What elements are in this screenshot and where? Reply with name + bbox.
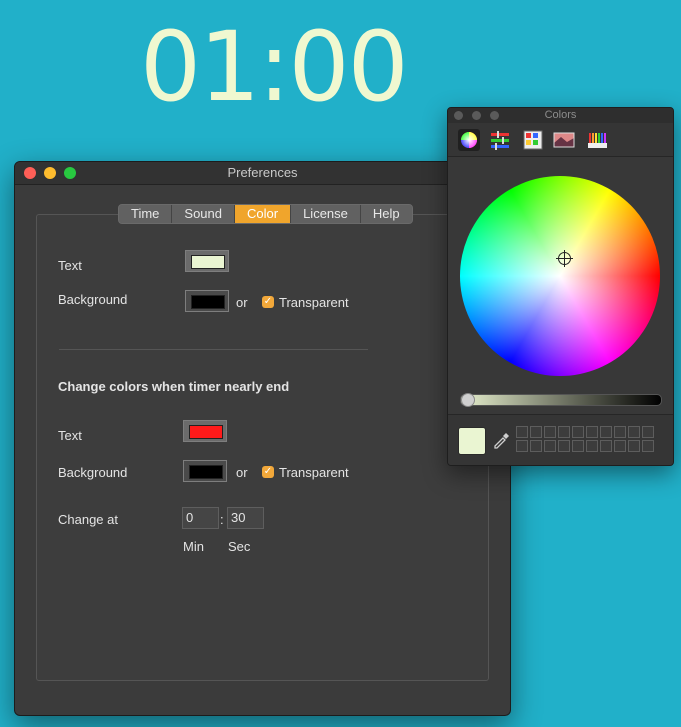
custom-color-swatches[interactable] [516,426,656,454]
title-bar[interactable]: Preferences [15,162,510,185]
background-color-label: Background [58,292,128,307]
background-color-swatch [191,295,225,309]
colors-title-bar[interactable]: Colors [448,108,673,123]
or-label: or [236,295,248,310]
color-settings-panel [36,214,489,681]
colors-toolbar [448,123,673,157]
section-title: Change colors when timer nearly end [58,379,290,394]
background-color-well[interactable] [185,290,229,312]
sec-label: Sec [228,539,251,554]
tab-bar: Time Sound Color License Help [118,204,413,224]
seconds-input[interactable]: 30 [227,507,264,529]
end-text-color-swatch [189,425,223,439]
color-sliders-icon[interactable] [489,129,511,151]
colors-title: Colors [544,109,577,121]
eyedropper-icon[interactable] [492,431,510,449]
change-at-label: Change at [58,512,118,527]
text-color-swatch [191,255,225,269]
color-wheel-icon[interactable] [458,129,480,151]
color-palettes-icon[interactable] [522,129,544,151]
window-title: Preferences [227,165,298,180]
end-transparent-label: Transparent [279,465,349,480]
timer-display: 01:00 [140,11,409,123]
tab-license[interactable]: License [291,205,361,223]
end-text-color-label: Text [58,428,82,443]
tab-color[interactable]: Color [235,205,292,223]
current-color-swatch[interactable] [458,427,486,455]
end-transparent-checkbox[interactable]: ✓ [262,466,274,478]
transparent-checkbox[interactable]: ✓ [262,296,274,308]
end-or-label: or [236,465,248,480]
tab-time[interactable]: Time [119,205,173,223]
end-background-color-swatch [189,465,223,479]
transparent-label: Transparent [279,295,349,310]
color-wheel[interactable] [460,176,660,376]
brightness-slider-knob[interactable] [461,393,475,407]
colors-bottom-bar [448,414,673,465]
minutes-input[interactable]: 0 [182,507,219,529]
brightness-slider[interactable] [460,393,662,407]
tab-help[interactable]: Help [360,205,412,223]
colors-panel: Colors [447,107,674,466]
text-color-well[interactable] [185,250,229,272]
image-palettes-icon[interactable] [553,129,575,151]
preferences-window: Preferences Time Sound Color License Hel… [14,161,511,716]
tab-sound[interactable]: Sound [172,205,235,223]
end-text-color-well[interactable] [183,420,227,442]
end-background-color-label: Background [58,465,128,480]
pencils-icon[interactable] [586,129,608,151]
section-divider [59,349,368,350]
min-label: Min [183,539,204,554]
text-color-label: Text [58,258,82,273]
end-background-color-well[interactable] [183,460,227,482]
time-separator: : [220,512,224,527]
color-picker-crosshair[interactable] [556,250,573,267]
